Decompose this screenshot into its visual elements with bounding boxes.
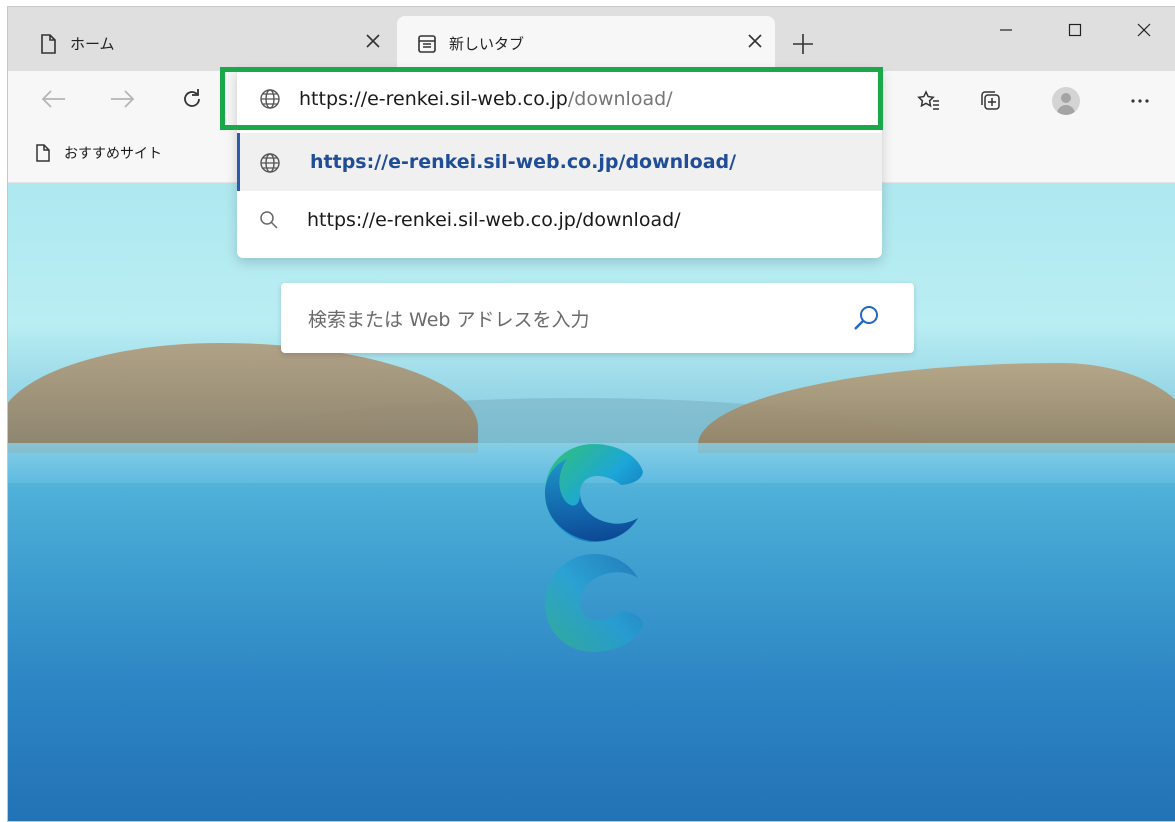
tab-label: 新しいタブ <box>449 35 525 53</box>
page-icon <box>36 144 50 162</box>
minimize-icon <box>1000 29 1012 31</box>
maximize-icon <box>1068 23 1082 37</box>
tab-new-tab[interactable]: 新しいタブ <box>397 16 775 71</box>
suggestion-text: https://e-renkei.sil-web.co.jp/download/ <box>310 151 737 173</box>
browser-window: ホーム 新しいタブ おすすめサイト 検索または Web アドレスを入力 http… <box>7 6 1175 822</box>
search-icon[interactable] <box>852 304 880 332</box>
suggestion-text: https://e-renkei.sil-web.co.jp/download/ <box>307 209 681 231</box>
new-tab-search-box[interactable]: 検索または Web アドレスを入力 <box>281 283 914 353</box>
background-hill-left <box>8 343 478 453</box>
collections-button[interactable] <box>973 83 1009 119</box>
forward-button[interactable] <box>106 83 138 115</box>
background-hill-right <box>698 363 1175 453</box>
search-icon <box>260 211 278 229</box>
favorites-star-icon <box>917 90 939 110</box>
profile-button[interactable] <box>1048 83 1084 119</box>
suggestion-item[interactable]: https://e-renkei.sil-web.co.jp/download/ <box>237 191 882 249</box>
edge-logo-icon <box>545 444 643 542</box>
back-button[interactable] <box>38 83 70 115</box>
favorite-label: おすすめサイト <box>64 146 162 162</box>
favorites-button[interactable] <box>911 83 947 119</box>
more-menu-button[interactable] <box>1122 83 1158 119</box>
address-highlight-box <box>220 67 883 130</box>
minimize-button[interactable] <box>973 7 1039 53</box>
globe-icon <box>260 153 280 173</box>
refresh-button[interactable] <box>176 83 208 115</box>
page-icon <box>41 33 56 54</box>
tab-label: ホーム <box>70 35 115 53</box>
collections-icon <box>981 91 1000 110</box>
close-icon <box>1137 23 1151 37</box>
edge-logo-reflection-icon <box>545 554 643 652</box>
new-tab-plus-icon[interactable] <box>791 32 815 56</box>
search-placeholder: 検索または Web アドレスを入力 <box>308 308 590 331</box>
more-dots-icon <box>1131 99 1149 103</box>
avatar <box>1052 87 1080 115</box>
address-bar-dropdown: https://e-renkei.sil-web.co.jp/download/… <box>220 67 883 258</box>
new-tab-page-icon <box>418 34 436 53</box>
close-tab-icon[interactable] <box>747 33 763 49</box>
arrow-left-icon <box>41 90 65 108</box>
maximize-button[interactable] <box>1042 7 1108 53</box>
window-close-button[interactable] <box>1111 7 1175 53</box>
favorite-item[interactable]: おすすめサイト <box>34 143 162 163</box>
suggestion-item[interactable]: https://e-renkei.sil-web.co.jp/download/ <box>237 133 882 191</box>
tab-strip: ホーム 新しいタブ <box>8 7 1175 71</box>
refresh-icon <box>184 89 200 107</box>
close-tab-icon[interactable] <box>365 33 381 49</box>
arrow-right-icon <box>111 90 135 108</box>
new-tab-page: 検索または Web アドレスを入力 <box>8 183 1175 821</box>
tab-home[interactable]: ホーム <box>8 16 393 71</box>
